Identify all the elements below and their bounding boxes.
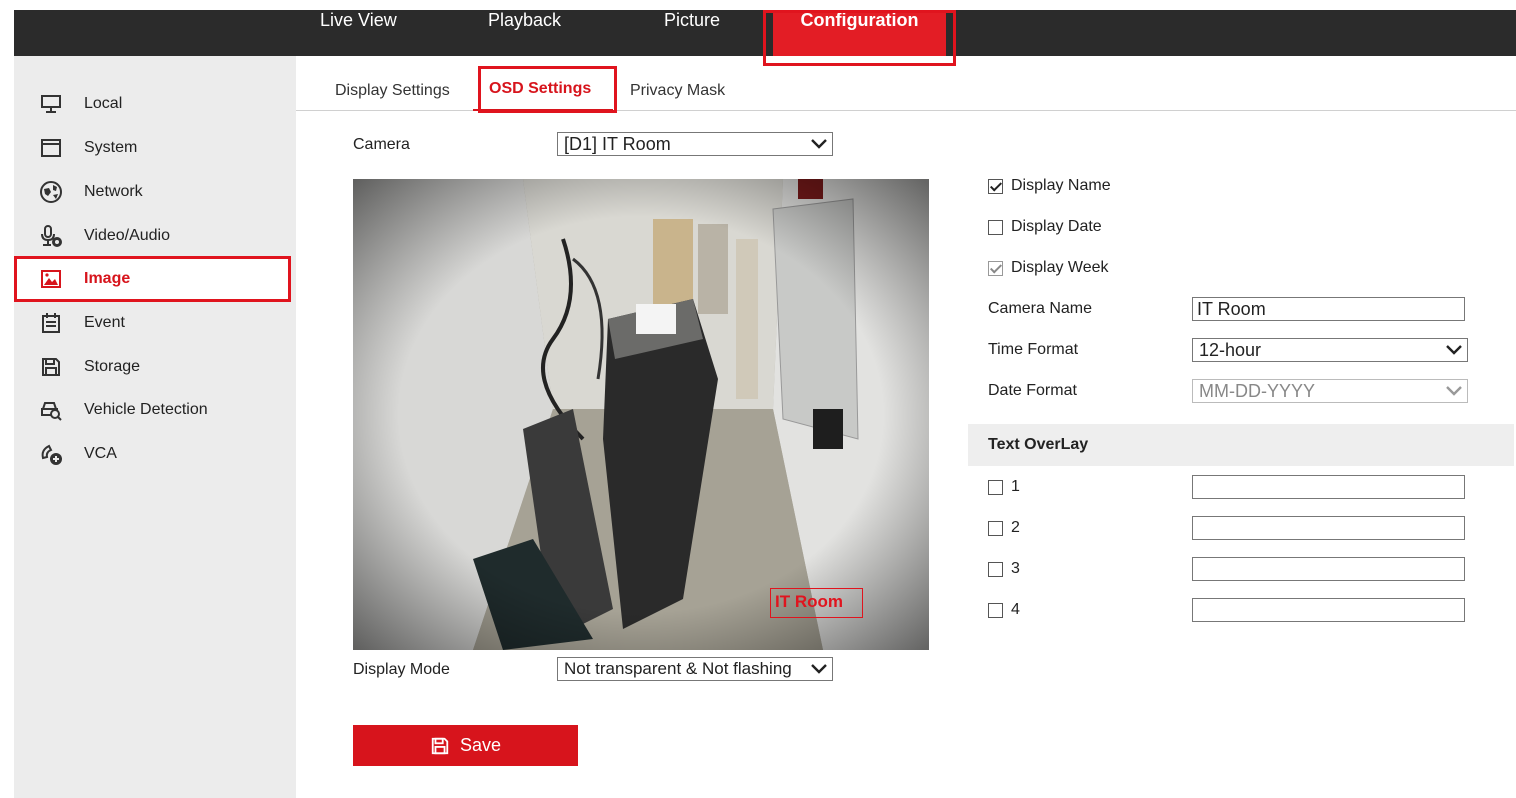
overlay-1-label: 1 — [1011, 478, 1020, 495]
highlight-box-image — [14, 256, 291, 302]
save-button-label: Save — [459, 735, 502, 755]
sidebar-item-label: Local — [84, 95, 123, 112]
camera-name-input[interactable]: IT Room — [1192, 297, 1465, 321]
time-format-select[interactable]: 12-hour — [1192, 338, 1468, 362]
display-name-label: Display Name — [1011, 177, 1111, 194]
date-format-select[interactable]: MM-DD-YYYY — [1192, 379, 1468, 403]
display-name-checkbox[interactable] — [988, 178, 1003, 194]
sidebar-item-vca[interactable]: VCA — [14, 434, 290, 474]
sidebar-item-local[interactable]: Local — [14, 84, 290, 124]
calendar-icon — [38, 310, 64, 336]
monitor-icon — [38, 91, 64, 117]
sidebar-item-label: Event — [84, 314, 125, 331]
sidebar-item-system[interactable]: System — [14, 128, 290, 168]
sidebar-item-network[interactable]: Network — [14, 172, 290, 212]
overlay-row-3: 3 — [988, 560, 1020, 578]
highlight-box-osd-settings — [478, 66, 617, 113]
sidebar-item-event[interactable]: Event — [14, 303, 290, 343]
display-mode-select[interactable]: Not transparent & Not flashing — [557, 657, 833, 681]
tab-playback[interactable]: Playback — [488, 0, 561, 46]
sidebar-item-label: Video/Audio — [84, 227, 170, 244]
microphone-icon — [38, 223, 64, 249]
sidebar-item-label: System — [84, 139, 138, 156]
overlay-4-label: 4 — [1011, 601, 1020, 618]
chevron-down-icon — [1446, 345, 1462, 355]
overlay-4-checkbox[interactable] — [988, 602, 1003, 618]
text-overlay-header: Text OverLay — [968, 424, 1514, 466]
tab-live-view[interactable]: Live View — [320, 0, 397, 46]
vehicle-search-icon — [38, 397, 64, 423]
overlay-row-4: 4 — [988, 601, 1020, 619]
osd-camera-name-overlay[interactable]: IT Room — [770, 588, 863, 618]
globe-icon — [38, 179, 64, 205]
sidebar-item-label: Vehicle Detection — [84, 401, 208, 418]
overlay-row-2: 2 — [988, 519, 1020, 537]
overlay-2-label: 2 — [1011, 519, 1020, 536]
overlay-2-checkbox[interactable] — [988, 520, 1003, 536]
chevron-down-icon — [811, 139, 827, 149]
video-preview — [353, 179, 929, 650]
display-week-checkbox[interactable] — [988, 260, 1003, 276]
sidebar-item-label: VCA — [84, 445, 117, 462]
display-week-row: Display Week — [988, 259, 1109, 277]
window-icon — [38, 135, 64, 161]
sidebar-item-storage[interactable]: Storage — [14, 347, 290, 387]
sidebar-item-label: Network — [84, 183, 143, 200]
overlay-3-label: 3 — [1011, 560, 1020, 577]
time-format-value: 12-hour — [1199, 340, 1262, 360]
floppy-icon — [431, 737, 449, 754]
tab-picture[interactable]: Picture — [664, 0, 720, 46]
vca-icon — [38, 441, 64, 467]
overlay-3-input[interactable] — [1192, 557, 1465, 581]
camera-select-value: [D1] IT Room — [564, 134, 671, 154]
date-format-value: MM-DD-YYYY — [1199, 381, 1315, 401]
overlay-2-input[interactable] — [1192, 516, 1465, 540]
floppy-icon — [38, 354, 64, 380]
date-format-label: Date Format — [988, 382, 1077, 399]
sidebar-item-vehicle-detection[interactable]: Vehicle Detection — [14, 390, 290, 430]
time-format-label: Time Format — [988, 341, 1079, 358]
display-date-row: Display Date — [988, 218, 1102, 236]
display-date-label: Display Date — [1011, 218, 1102, 235]
overlay-4-input[interactable] — [1192, 598, 1465, 622]
camera-name-label: Camera Name — [988, 300, 1093, 317]
tab-privacy-mask[interactable]: Privacy Mask — [630, 82, 725, 100]
overlay-row-1: 1 — [988, 478, 1020, 496]
overlay-3-checkbox[interactable] — [988, 561, 1003, 577]
chevron-down-icon — [1446, 386, 1462, 396]
display-name-row: Display Name — [988, 177, 1111, 195]
display-date-checkbox[interactable] — [988, 219, 1003, 235]
save-button[interactable]: Save — [353, 725, 578, 766]
overlay-1-input[interactable] — [1192, 475, 1465, 499]
sidebar-item-label: Storage — [84, 358, 141, 375]
chevron-down-icon — [810, 661, 828, 677]
camera-select[interactable]: [D1] IT Room — [557, 132, 833, 156]
camera-label: Camera — [353, 136, 410, 153]
sidebar-item-video-audio[interactable]: Video/Audio — [14, 216, 290, 256]
tab-display-settings[interactable]: Display Settings — [335, 82, 450, 100]
display-mode-label: Display Mode — [353, 661, 450, 678]
display-mode-value: Not transparent & Not flashing — [564, 659, 792, 678]
display-week-label: Display Week — [1011, 259, 1109, 276]
overlay-1-checkbox[interactable] — [988, 479, 1003, 495]
